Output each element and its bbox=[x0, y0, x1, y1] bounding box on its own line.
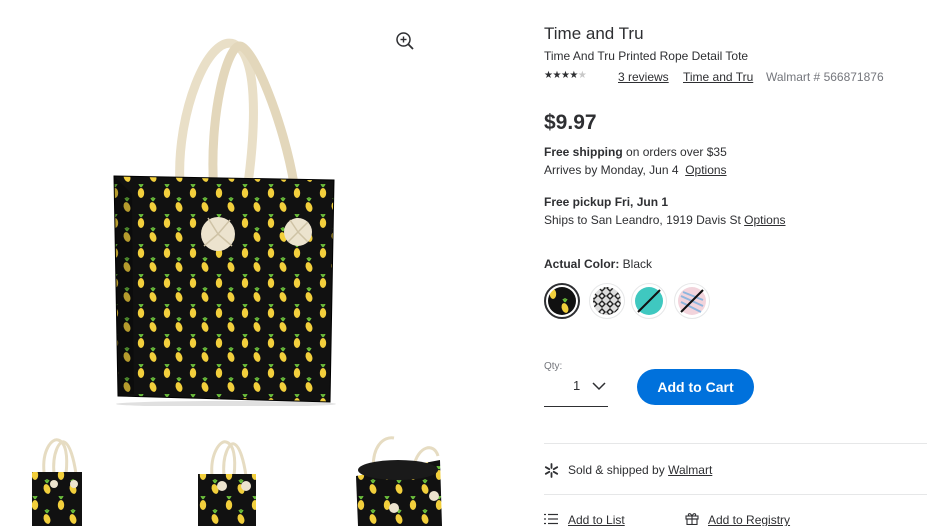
swatch-teal-unavailable[interactable] bbox=[631, 283, 667, 319]
color-value: Black bbox=[619, 257, 653, 271]
free-shipping-text: Free shipping on orders over $35 bbox=[544, 145, 727, 159]
swatch-pink-unavailable[interactable] bbox=[674, 283, 710, 319]
shipping-options-link[interactable]: Options bbox=[685, 163, 726, 177]
add-to-registry-link[interactable]: Add to Registry bbox=[708, 513, 790, 526]
free-shipping-label: Free shipping bbox=[544, 145, 623, 159]
swatch-black-pineapple[interactable] bbox=[544, 283, 580, 319]
price: $9.97 bbox=[544, 111, 597, 134]
divider bbox=[544, 443, 927, 444]
add-to-list-link[interactable]: Add to List bbox=[568, 513, 625, 526]
product-title: Time And Tru Printed Rope Detail Tote bbox=[544, 49, 749, 63]
thumbnail-2[interactable] bbox=[196, 436, 258, 526]
star-icon: ★ bbox=[577, 70, 587, 81]
product-gallery bbox=[0, 0, 520, 526]
thumbnail-3[interactable] bbox=[354, 436, 444, 526]
product-meta-row: ★★★★★ 3 reviews Time and Tru Walmart # 5… bbox=[544, 70, 927, 84]
gift-icon bbox=[685, 512, 699, 526]
zoom-in-icon[interactable] bbox=[394, 30, 416, 52]
list-registry-row: Add to List Add to Registry bbox=[544, 512, 927, 526]
arrival-text: Arrives by Monday, Jun 4 Options bbox=[544, 163, 727, 177]
pickup-ships-to: Ships to San Leandro, 1919 Davis St bbox=[544, 213, 741, 227]
chevron-down-icon bbox=[592, 378, 606, 391]
brand-link[interactable]: Time and Tru bbox=[683, 70, 753, 84]
color-label-key: Actual Color: bbox=[544, 257, 620, 271]
quantity-select[interactable]: 1 bbox=[544, 372, 608, 407]
sold-by-text: Sold & shipped by Walmart bbox=[568, 463, 712, 477]
divider bbox=[544, 494, 927, 495]
thumbnail-strip bbox=[0, 432, 520, 526]
quantity-value: 1 bbox=[573, 378, 581, 393]
add-to-cart-button[interactable]: Add to Cart bbox=[637, 369, 754, 405]
arrival-date: Arrives by Monday, Jun 4 bbox=[544, 163, 679, 177]
star-icon: ★ bbox=[569, 70, 578, 81]
brand-name: Time and Tru bbox=[544, 24, 644, 43]
sku-number: Walmart # 566871876 bbox=[766, 70, 884, 84]
swatch-black-geometric[interactable] bbox=[589, 283, 625, 319]
pickup-options-link[interactable]: Options bbox=[744, 213, 785, 227]
pickup-location: Ships to San Leandro, 1919 Davis St Opti… bbox=[544, 213, 786, 227]
list-icon bbox=[544, 513, 558, 525]
reviews-link[interactable]: 3 reviews bbox=[618, 70, 669, 84]
product-details: Time and Tru Time And Tru Printed Rope D… bbox=[544, 0, 927, 526]
free-shipping-suffix: on orders over $35 bbox=[622, 145, 727, 159]
pickup-title: Free pickup Fri, Jun 1 bbox=[544, 195, 669, 209]
star-rating: ★★★★★ bbox=[544, 70, 587, 81]
star-icon: ★ bbox=[552, 70, 561, 81]
color-swatches bbox=[544, 283, 744, 319]
thumbnail-1[interactable] bbox=[28, 436, 84, 526]
quantity-label: Qty: bbox=[544, 361, 563, 372]
walmart-spark-icon bbox=[544, 463, 559, 478]
color-label: Actual Color: Black bbox=[544, 257, 652, 271]
product-main-image[interactable] bbox=[108, 34, 344, 407]
seller-link[interactable]: Walmart bbox=[668, 463, 712, 477]
sold-by-prefix: Sold & shipped by bbox=[568, 463, 669, 477]
